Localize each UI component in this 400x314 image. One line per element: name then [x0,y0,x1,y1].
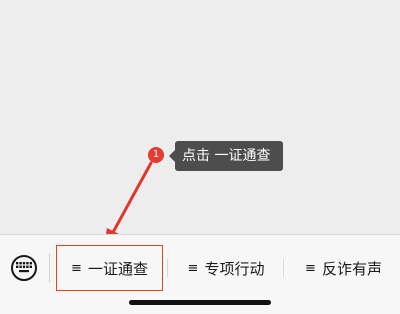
keyboard-icon [16,262,32,273]
menu-lines-icon: ≡ [187,260,199,276]
chat-area [0,0,400,234]
menu-button-fanzhayousheng[interactable]: ≡ 反诈有声 [287,245,400,291]
hint-tooltip: 点击 一证通查 [169,141,283,171]
bar-divider [49,253,50,283]
home-indicator[interactable] [129,300,271,305]
menu-separator [283,259,284,277]
menu-button-label: 反诈有声 [321,259,382,278]
keyboard-toggle-button[interactable] [11,255,37,281]
hint-tooltip-text: 点击 一证通查 [182,148,271,164]
step-badge: 1 [148,147,164,163]
menu-lines-icon: ≡ [305,260,316,276]
menu-button-yizhengtongcha[interactable]: ≡ 一证通查 [56,245,163,291]
menu-button-zhuanxiangxingdong[interactable]: ≡ 专项行动 [172,245,280,291]
menu-button-label: 专项行动 [204,259,265,278]
menu-separator [167,259,168,277]
menu-button-label: 一证通查 [87,259,148,278]
menu-lines-icon: ≡ [71,260,82,276]
